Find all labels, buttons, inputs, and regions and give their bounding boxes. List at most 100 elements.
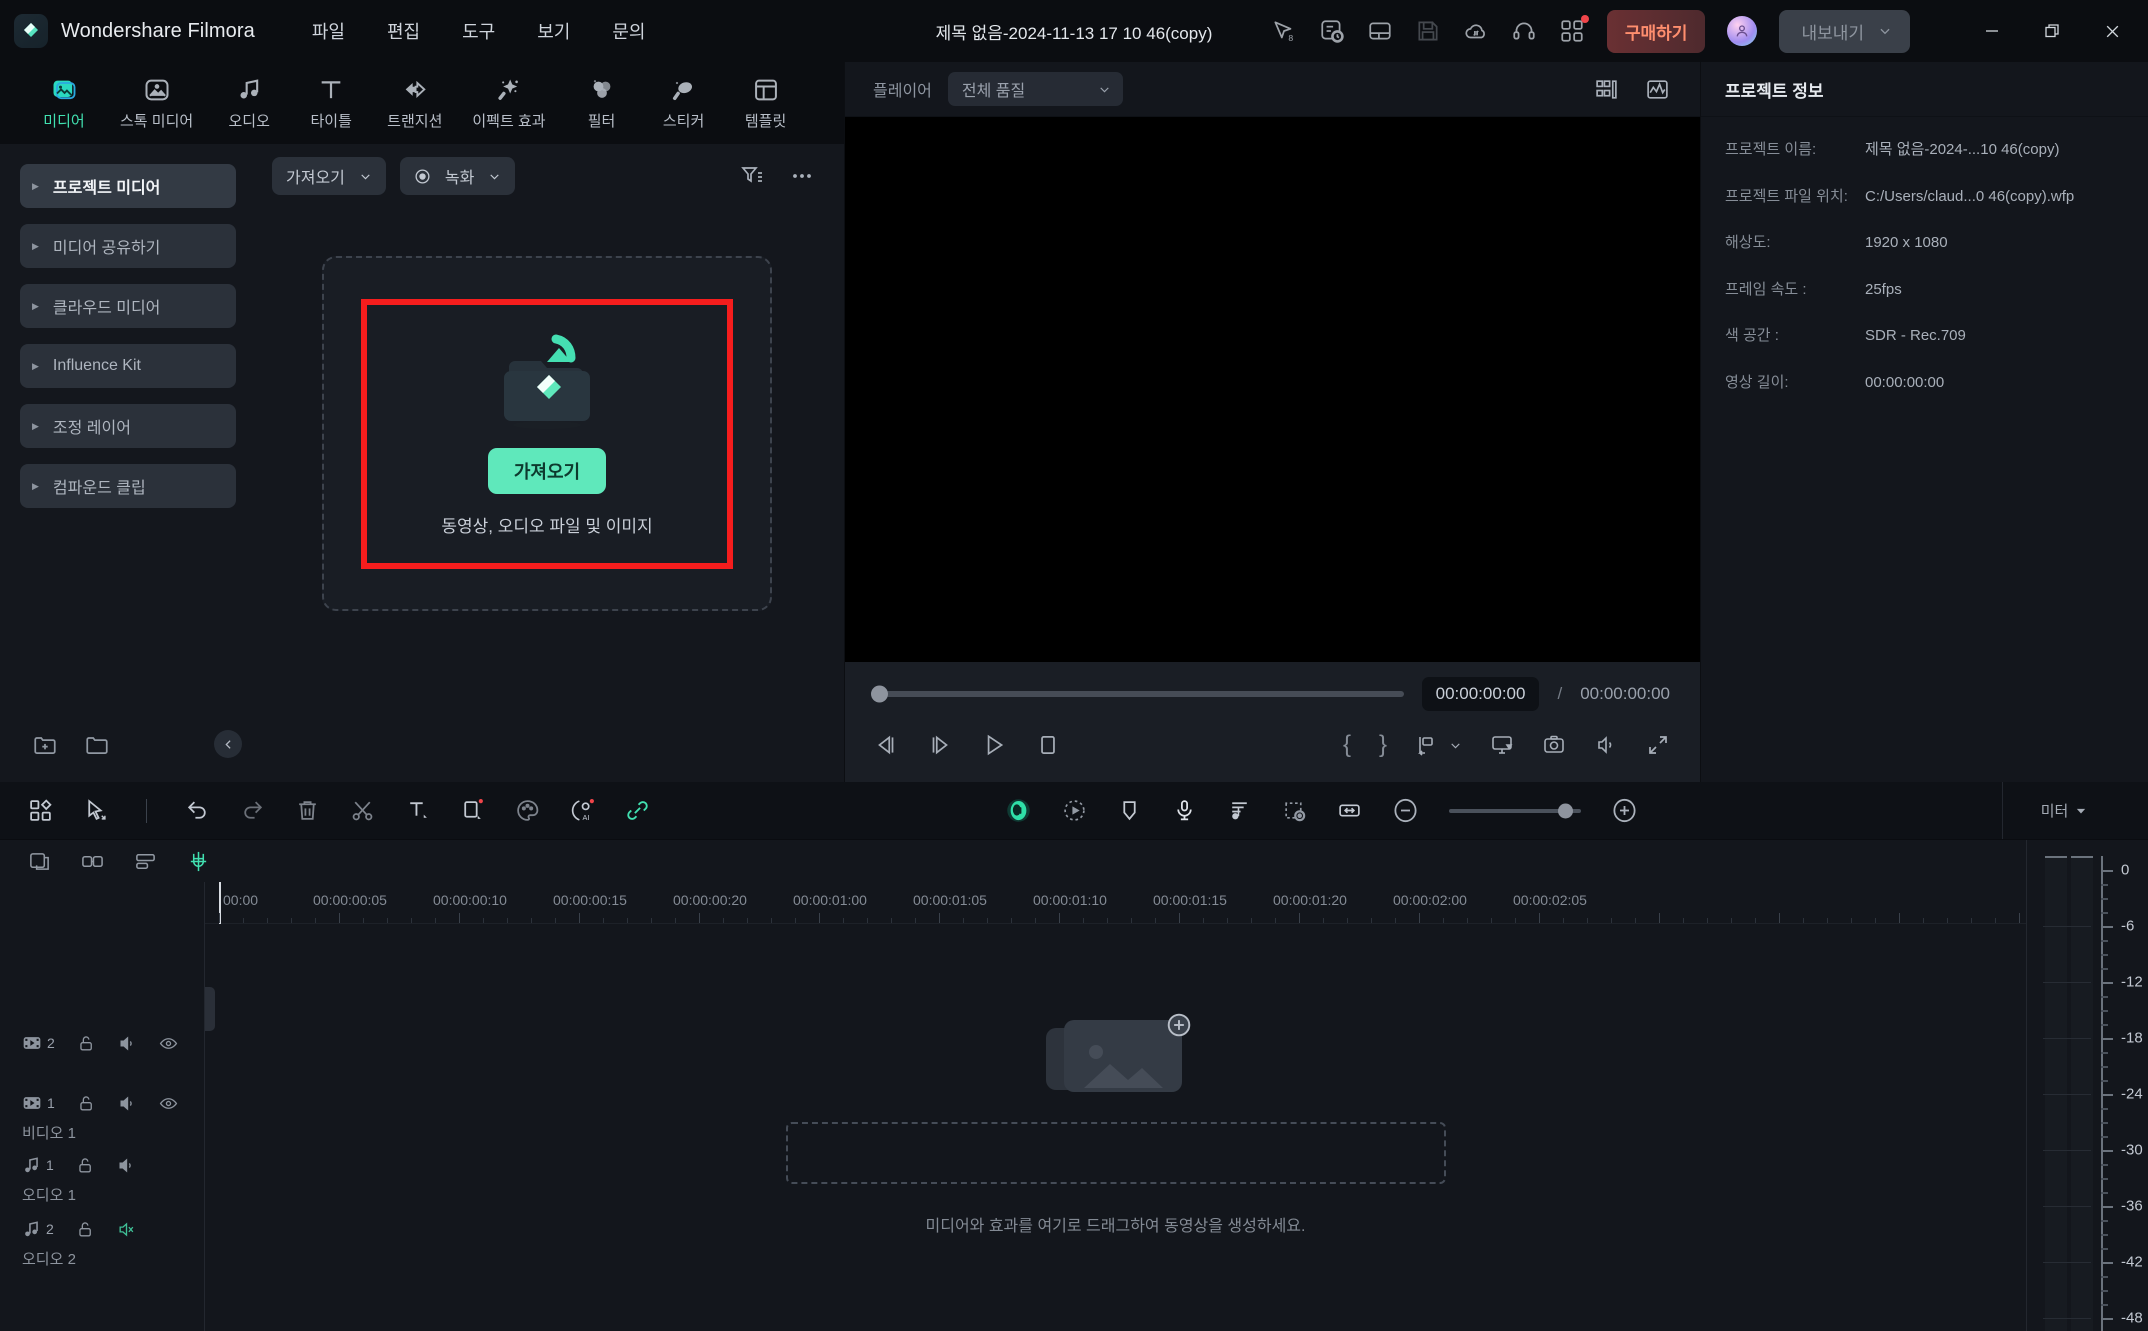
export-button[interactable]: 내보내기 — [1779, 9, 1910, 53]
unlock-icon[interactable] — [76, 1156, 95, 1175]
quality-select[interactable]: 전체 품질 — [947, 72, 1123, 106]
apps-grid-icon[interactable] — [1559, 15, 1589, 44]
new-folder-icon[interactable] — [32, 732, 58, 758]
sidebar-item-influence-kit[interactable]: ▶ Influence Kit — [20, 344, 236, 388]
collapse-sidebar-button[interactable] — [214, 730, 242, 758]
current-timecode[interactable]: 00:00:00:00 — [1421, 677, 1540, 711]
fullscreen-icon[interactable] — [1646, 733, 1670, 757]
crop-icon[interactable] — [460, 798, 485, 823]
unlock-icon[interactable] — [77, 1094, 96, 1113]
tab-stock-media[interactable]: 스톡 미디어 — [120, 68, 193, 131]
timeline-drop-hint[interactable]: 미디어와 효과를 여기로 드래그하여 동영상을 생성하세요. — [205, 924, 2026, 1331]
sort-filter-icon[interactable] — [740, 164, 764, 188]
scrubber-knob[interactable] — [871, 685, 888, 703]
group-link-icon[interactable] — [81, 850, 104, 873]
stop-icon[interactable] — [1035, 732, 1061, 758]
menu-file[interactable]: 파일 — [310, 14, 347, 48]
folder-icon[interactable] — [84, 732, 110, 758]
volume-icon[interactable] — [1594, 733, 1618, 757]
menu-view[interactable]: 보기 — [535, 14, 572, 48]
tab-effects[interactable]: 이펙트 효과 — [472, 68, 546, 131]
tab-media[interactable]: 미디어 — [38, 68, 90, 131]
add-track-icon[interactable] — [28, 850, 51, 873]
timeline-ruler[interactable]: 00:00 00:00:00:05 00:00:00:10 00:00:00:1… — [205, 882, 2026, 924]
text-icon[interactable] — [405, 798, 430, 823]
meter-header[interactable]: 미터 — [2002, 782, 2124, 839]
speaker-icon[interactable] — [118, 1034, 137, 1053]
chevron-down-icon[interactable] — [1449, 739, 1462, 752]
undo-icon[interactable] — [185, 798, 210, 823]
mark-in-icon[interactable]: { — [1343, 733, 1351, 757]
tab-transitions[interactable]: 트랜지션 — [387, 68, 442, 131]
zoom-slider-knob[interactable] — [1557, 803, 1573, 818]
tab-filter[interactable]: 필터 — [576, 68, 628, 131]
scope-waveform-icon[interactable] — [1645, 77, 1670, 102]
menu-contact[interactable]: 문의 — [610, 14, 647, 48]
next-frame-icon[interactable] — [927, 732, 953, 758]
ai-audio-icon[interactable]: AI — [570, 798, 595, 823]
motion-tracking-icon[interactable] — [1062, 798, 1087, 823]
video-preview-stage[interactable] — [845, 117, 1700, 662]
keyframe-icon[interactable] — [1282, 798, 1307, 823]
menu-edit[interactable]: 편집 — [385, 14, 422, 48]
audio-mixer-icon[interactable] — [1227, 798, 1252, 823]
buy-button[interactable]: 구매하기 — [1606, 9, 1706, 53]
render-preview-icon[interactable] — [1490, 733, 1514, 757]
select-tool-icon[interactable] — [83, 798, 108, 823]
add-to-timeline-icon[interactable] — [1415, 733, 1439, 757]
grid-view-icon[interactable] — [1594, 77, 1619, 102]
play-icon[interactable] — [981, 732, 1007, 758]
more-options-icon[interactable] — [790, 164, 814, 188]
split-icon[interactable] — [350, 798, 375, 823]
sidebar-item-share-media[interactable]: ▶ 미디어 공유하기 — [20, 224, 236, 268]
link-icon[interactable] — [625, 798, 650, 823]
timeline-tracks-area[interactable]: 00:00 00:00:00:05 00:00:00:10 00:00:00:1… — [205, 882, 2026, 1331]
maximize-button[interactable] — [2022, 0, 2082, 62]
color-icon[interactable] — [515, 798, 540, 823]
tab-titles[interactable]: 타이틀 — [305, 68, 357, 131]
tab-sticker[interactable]: 스티커 — [658, 68, 710, 131]
cloud-sync-icon[interactable] — [1463, 18, 1489, 44]
avatar[interactable] — [1727, 16, 1758, 46]
snapshot-icon[interactable] — [1542, 733, 1566, 757]
marker-icon[interactable] — [1117, 798, 1142, 823]
playback-scrubber[interactable] — [871, 685, 1404, 703]
record-dropdown[interactable]: 녹화 — [399, 157, 516, 195]
unlock-icon[interactable] — [76, 1220, 95, 1239]
send-icon[interactable]: 8 — [1271, 18, 1297, 44]
ai-portrait-icon[interactable] — [1005, 797, 1032, 824]
track-layers-icon[interactable] — [134, 850, 157, 873]
magnet-snap-icon[interactable] — [187, 850, 210, 873]
delete-icon[interactable] — [295, 798, 320, 823]
apps-icon[interactable] — [28, 798, 53, 823]
sidebar-item-project-media[interactable]: ▶ 프로젝트 미디어 — [20, 164, 236, 208]
sidebar-item-adjustment-layer[interactable]: ▶ 조정 레이어 — [20, 404, 236, 448]
mark-out-icon[interactable]: } — [1379, 733, 1387, 757]
sidebar-item-compound-clip[interactable]: ▶ 컴파운드 클립 — [20, 464, 236, 508]
import-dropdown[interactable]: 가져오기 — [272, 157, 386, 195]
import-button[interactable]: 가져오기 — [487, 447, 607, 494]
close-button[interactable] — [2082, 0, 2142, 62]
layout-icon[interactable] — [1367, 18, 1393, 44]
minimize-button[interactable] — [1962, 0, 2022, 62]
speaker-icon[interactable] — [118, 1094, 137, 1113]
eye-icon[interactable] — [159, 1094, 178, 1113]
sidebar-item-cloud-media[interactable]: ▶ 클라우드 미디어 — [20, 284, 236, 328]
drop-target-rect[interactable] — [785, 1121, 1446, 1184]
media-dropzone[interactable]: 가져오기 동영상, 오디오 파일 및 이미지 — [322, 256, 772, 611]
fit-timeline-icon[interactable] — [1337, 798, 1362, 823]
redo-icon[interactable] — [240, 798, 265, 823]
menu-tools[interactable]: 도구 — [460, 14, 497, 48]
tab-audio[interactable]: 오디오 — [223, 68, 275, 131]
speaker-icon[interactable] — [117, 1156, 136, 1175]
eye-icon[interactable] — [159, 1034, 178, 1053]
task-schedule-icon[interactable] — [1319, 18, 1345, 44]
tab-template[interactable]: 템플릿 — [740, 68, 792, 131]
speaker-muted-icon[interactable] — [117, 1220, 136, 1239]
save-icon[interactable] — [1415, 18, 1441, 44]
timeline-zoom-slider[interactable] — [1448, 803, 1581, 818]
unlock-icon[interactable] — [77, 1034, 96, 1053]
previous-frame-icon[interactable] — [873, 732, 899, 758]
zoom-out-icon[interactable] — [1392, 797, 1419, 824]
voiceover-icon[interactable] — [1172, 798, 1197, 823]
